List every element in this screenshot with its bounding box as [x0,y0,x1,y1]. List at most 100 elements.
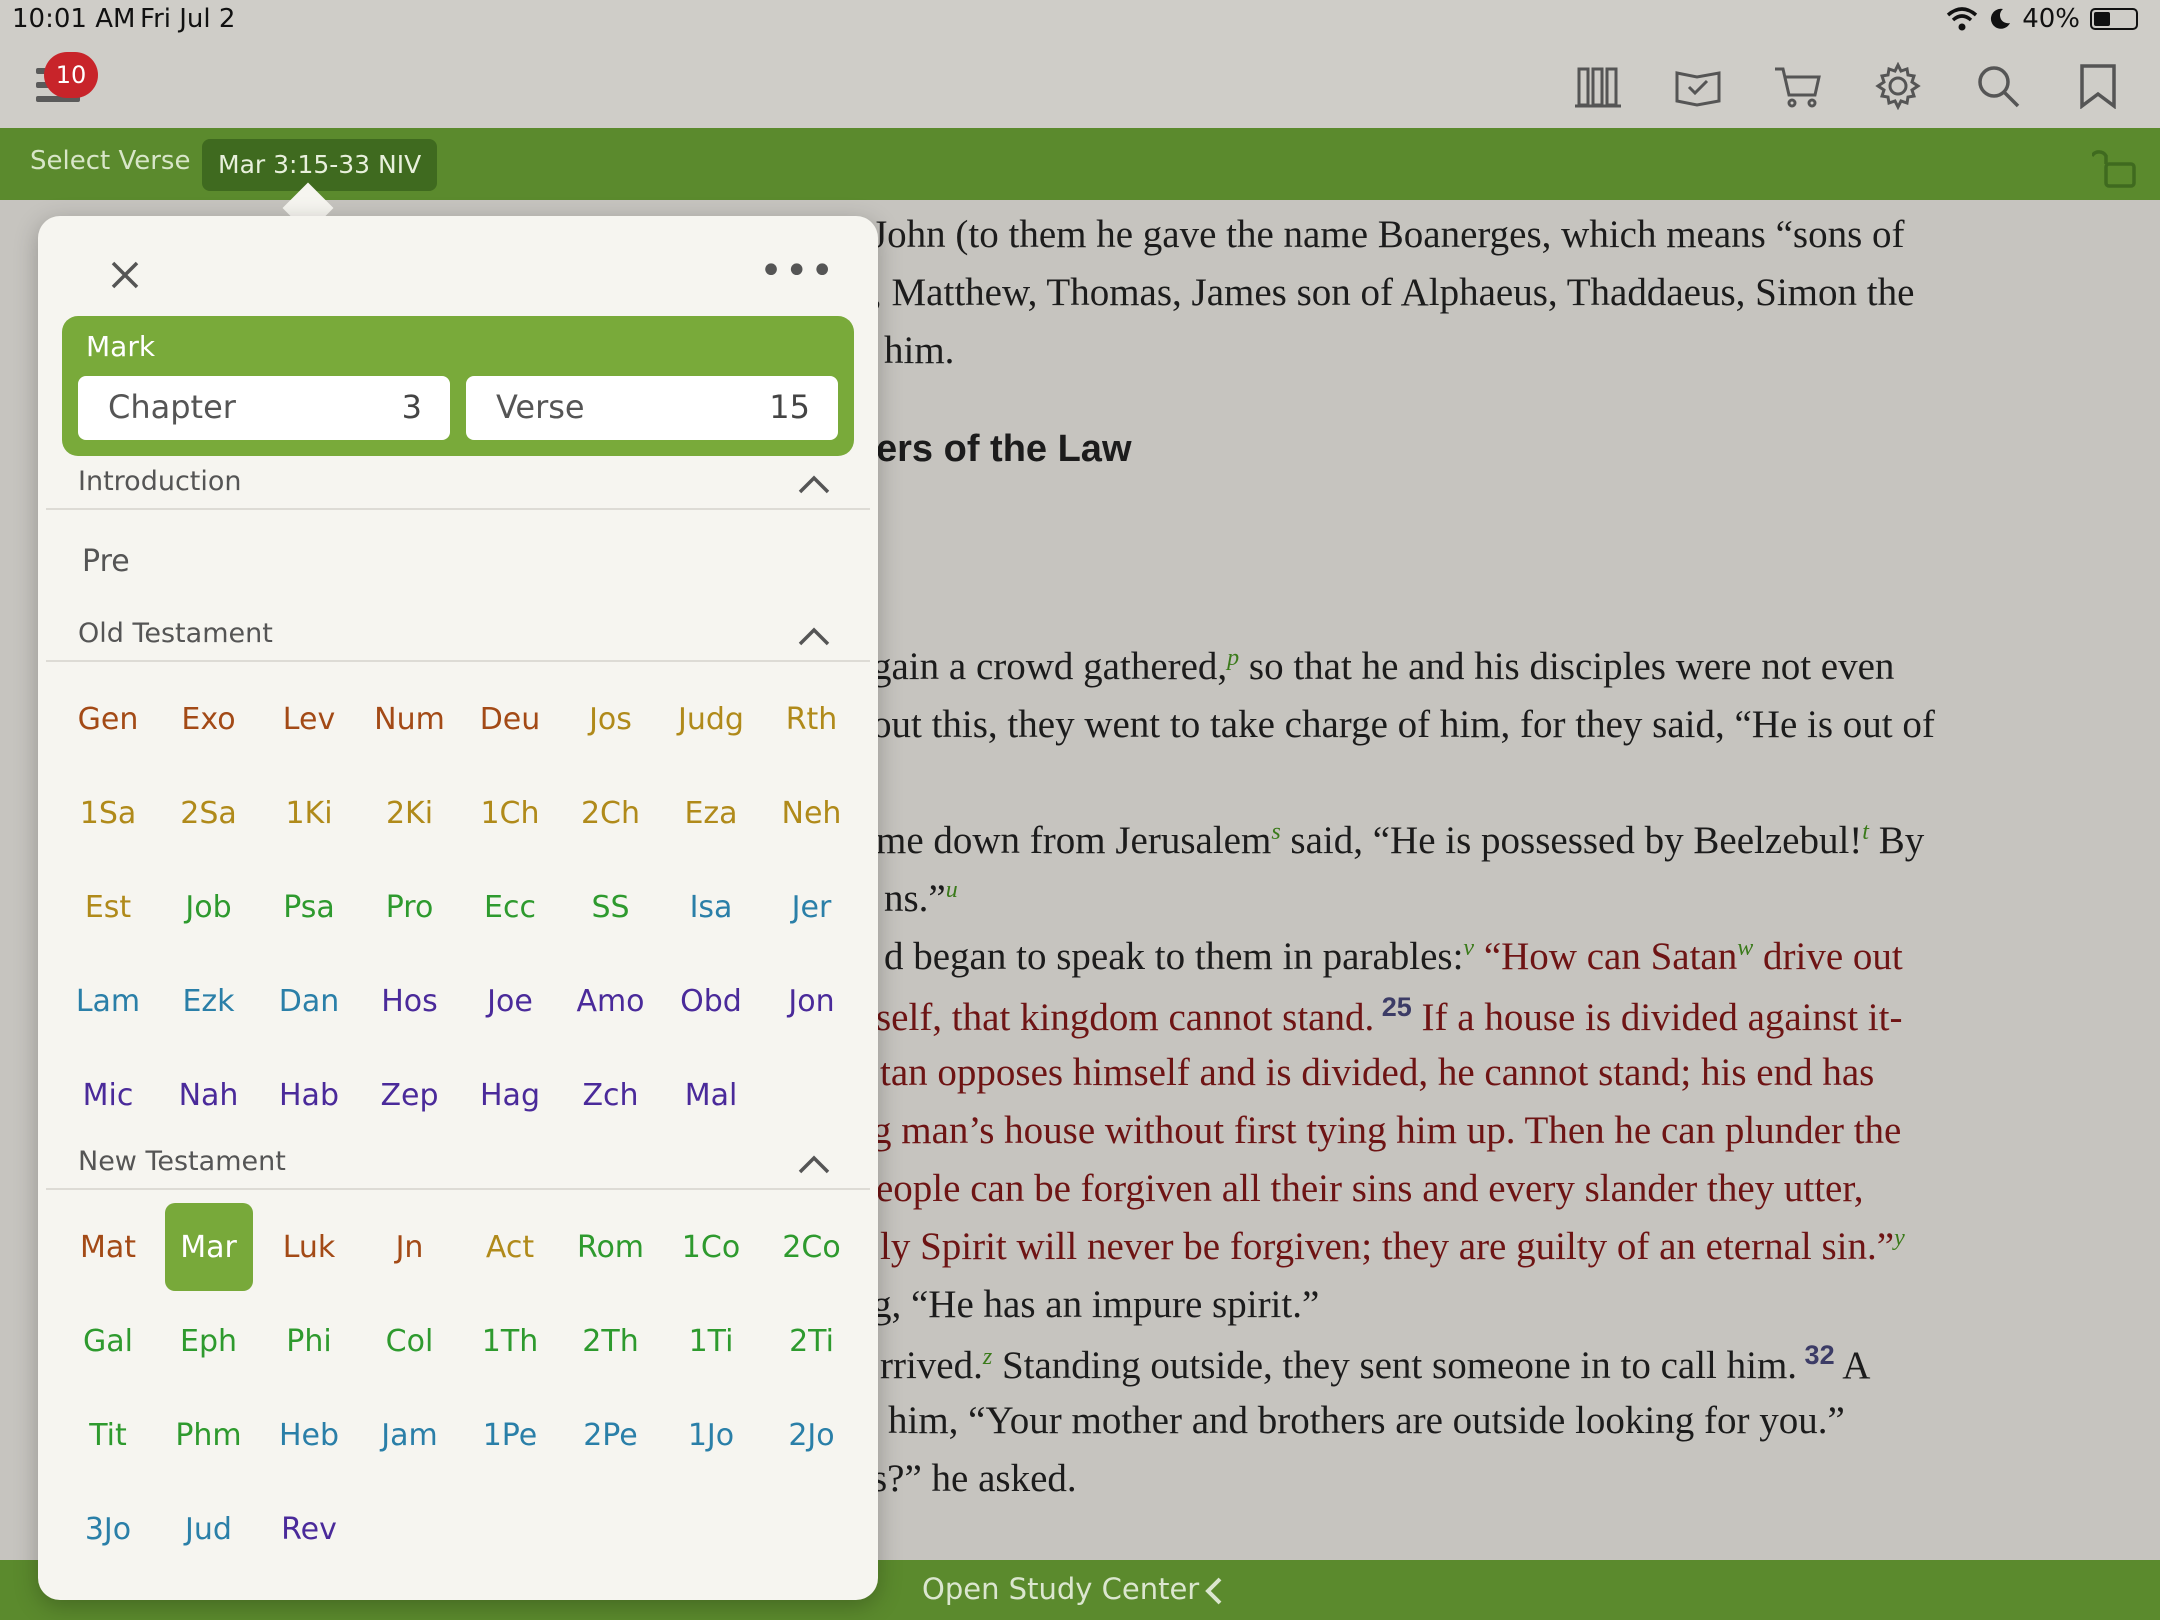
section-introduction[interactable]: Introduction [46,462,870,510]
book-job[interactable]: Job [165,863,253,951]
intro-item-pre[interactable]: Pre [82,544,130,579]
book-hag[interactable]: Hag [466,1051,554,1139]
book-nah[interactable]: Nah [165,1051,253,1139]
book-ecc[interactable]: Ecc [466,863,554,951]
lock-icon[interactable] [2090,142,2140,190]
book-phi[interactable]: Phi [265,1297,353,1385]
book-num[interactable]: Num [366,675,454,763]
section-old-testament[interactable]: Old Testament [46,614,870,662]
book-obd[interactable]: Obd [667,957,755,1045]
book-ezk[interactable]: Ezk [165,957,253,1045]
footnote-marker[interactable]: t [1862,819,1869,845]
text-line: g man’s house without first tying him up… [872,1108,1901,1153]
verse-text: so that he and his disciples were not ev… [1239,645,1895,688]
book-hab[interactable]: Hab [265,1051,353,1139]
footnote-marker[interactable]: s [1271,819,1280,845]
book-rev[interactable]: Rev [265,1485,353,1573]
book-amo[interactable]: Amo [567,957,655,1045]
book-2co[interactable]: 2Co [768,1203,856,1291]
cart-icon[interactable] [1770,58,1826,114]
book-gal[interactable]: Gal [64,1297,152,1385]
book-jn[interactable]: Jn [366,1203,454,1291]
close-icon[interactable] [100,250,150,300]
book-deu[interactable]: Deu [466,675,554,763]
book-gen[interactable]: Gen [64,675,152,763]
more-options-icon[interactable]: ••• [759,251,836,291]
book-2ch[interactable]: 2Ch [567,769,655,857]
notification-badge[interactable]: 10 [44,52,98,98]
book-jam[interactable]: Jam [366,1391,454,1479]
book-1th[interactable]: 1Th [466,1297,554,1385]
book-1co[interactable]: 1Co [667,1203,755,1291]
book-joe[interactable]: Joe [466,957,554,1045]
book-tit[interactable]: Tit [64,1391,152,1479]
book-phm[interactable]: Phm [165,1391,253,1479]
book-exo[interactable]: Exo [165,675,253,763]
book-3jo[interactable]: 3Jo [64,1485,152,1573]
book-psa[interactable]: Psa [265,863,353,951]
bookmark-icon[interactable] [2070,58,2126,114]
book-est[interactable]: Est [64,863,152,951]
book-1pe[interactable]: 1Pe [466,1391,554,1479]
book-2jo[interactable]: 2Jo [768,1391,856,1479]
book-2th[interactable]: 2Th [567,1297,655,1385]
chevron-left-icon[interactable] [1200,1576,1228,1606]
book-isa[interactable]: Isa [667,863,755,951]
book-col[interactable]: Col [366,1297,454,1385]
book-mat[interactable]: Mat [64,1203,152,1291]
search-icon[interactable] [1970,58,2026,114]
chevron-up-icon[interactable] [796,1146,832,1182]
book-lam[interactable]: Lam [64,957,152,1045]
book-judg[interactable]: Judg [667,675,755,763]
book-rth[interactable]: Rth [768,675,856,763]
book-2sa[interactable]: 2Sa [165,769,253,857]
verse-field[interactable]: Verse 15 [466,376,838,440]
app-toolbar: 10 [0,40,2160,128]
footnote-marker[interactable]: z [983,1344,992,1370]
book-1ki[interactable]: 1Ki [265,769,353,857]
section-new-testament[interactable]: New Testament [46,1142,870,1190]
footnote-marker[interactable]: p [1227,645,1239,671]
book-jos[interactable]: Jos [567,675,655,763]
book-1ti[interactable]: 1Ti [667,1297,755,1385]
book-luk[interactable]: Luk [265,1203,353,1291]
book-neh[interactable]: Neh [768,769,856,857]
book-lev[interactable]: Lev [265,675,353,763]
footnote-marker[interactable]: u [946,877,958,903]
book-zch[interactable]: Zch [567,1051,655,1139]
select-verse-button[interactable]: Select Verse [30,146,190,176]
book-hos[interactable]: Hos [366,957,454,1045]
book-2pe[interactable]: 2Pe [567,1391,655,1479]
reading-plan-icon[interactable] [1670,58,1726,114]
footnote-marker[interactable]: v [1463,935,1474,961]
verse-reference-button[interactable]: Mar 3:15-33 NIV [202,139,438,191]
book-dan[interactable]: Dan [265,957,353,1045]
chapter-field[interactable]: Chapter 3 [78,376,450,440]
book-rom[interactable]: Rom [567,1203,655,1291]
chevron-up-icon[interactable] [796,466,832,502]
footnote-marker[interactable]: y [1894,1225,1905,1251]
book-pro[interactable]: Pro [366,863,454,951]
book-jud[interactable]: Jud [165,1485,253,1573]
book-mic[interactable]: Mic [64,1051,152,1139]
book-zep[interactable]: Zep [366,1051,454,1139]
book-act[interactable]: Act [466,1203,554,1291]
book-1ch[interactable]: 1Ch [466,769,554,857]
book-1sa[interactable]: 1Sa [64,769,152,857]
book-jer[interactable]: Jer [768,863,856,951]
book-ss[interactable]: SS [567,863,655,951]
gear-icon[interactable] [1870,58,1926,114]
book-mar[interactable]: Mar [164,1203,253,1291]
book-jon[interactable]: Jon [768,957,856,1045]
book-1jo[interactable]: 1Jo [667,1391,755,1479]
open-study-center-button[interactable]: Open Study Center [922,1572,1199,1606]
book-2ti[interactable]: 2Ti [768,1297,856,1385]
chevron-up-icon[interactable] [796,618,832,654]
footnote-marker[interactable]: w [1737,935,1753,961]
book-mal[interactable]: Mal [667,1051,755,1139]
book-eph[interactable]: Eph [165,1297,253,1385]
library-icon[interactable] [1570,58,1626,114]
book-heb[interactable]: Heb [265,1391,353,1479]
book-eza[interactable]: Eza [667,769,755,857]
book-2ki[interactable]: 2Ki [366,769,454,857]
